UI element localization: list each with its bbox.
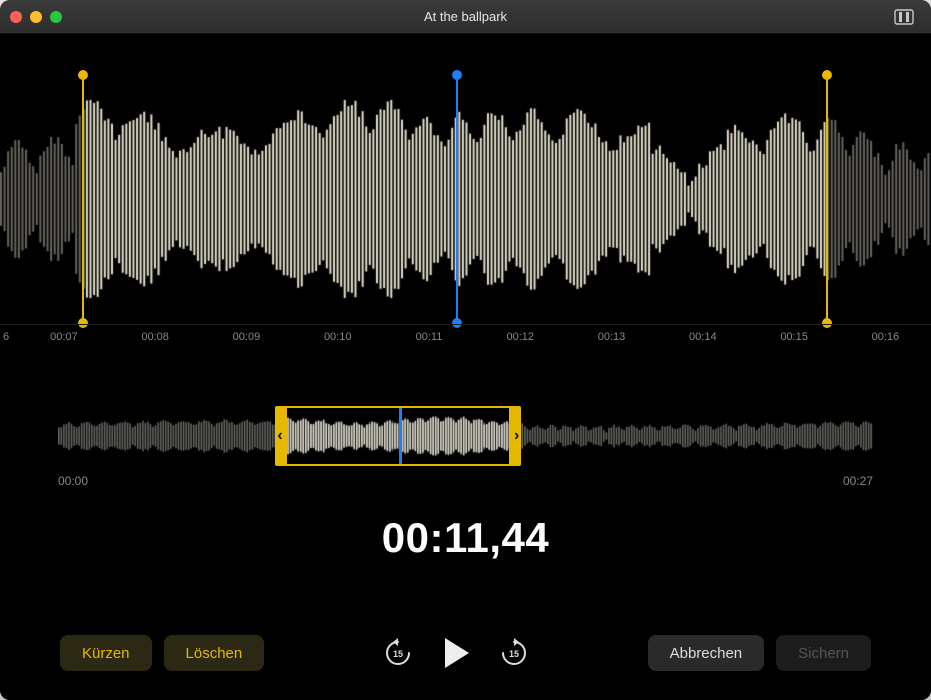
waveform-main[interactable]: 6 00:07 00:08 00:09 00:10 00:11 00:12 00:13 00:1… <box>0 74 931 364</box>
ruler-tick: 00:14 <box>689 331 717 343</box>
trim-end-handle[interactable] <box>826 74 828 324</box>
time-ruler: 6 00:07 00:08 00:09 00:10 00:11 00:12 00:13 00:1… <box>0 324 931 364</box>
ruler-tick: 00:07 <box>50 331 78 343</box>
zoom-window-button[interactable] <box>50 11 62 23</box>
skip-forward-15-button[interactable]: 15 <box>499 638 529 668</box>
save-button[interactable]: Sichern <box>776 635 871 671</box>
window-title: At the ballpark <box>424 9 507 24</box>
ruler-tick: 6 <box>3 331 9 343</box>
ruler-tick: 00:12 <box>506 331 534 343</box>
ruler-tick: 00:08 <box>141 331 169 343</box>
ruler-tick: 00:10 <box>324 331 352 343</box>
overview-times: 00:00 00:27 <box>58 474 873 488</box>
cancel-button[interactable]: Abbrechen <box>648 635 765 671</box>
overview-start-time: 00:00 <box>58 474 88 488</box>
current-time-display: 00:11,44 <box>0 514 931 562</box>
waveform-overview[interactable] <box>58 406 873 466</box>
titlebar: At the ballpark <box>0 0 931 34</box>
transport-controls: 15 15 <box>383 636 529 670</box>
play-icon <box>441 636 471 670</box>
skip-back-icon: 15 <box>383 638 413 668</box>
ruler-tick: 00:13 <box>598 331 626 343</box>
close-window-button[interactable] <box>10 11 22 23</box>
svg-text:15: 15 <box>509 649 519 659</box>
ruler-tick: 00:16 <box>872 331 900 343</box>
playhead[interactable] <box>456 74 458 324</box>
ruler-tick: 00:09 <box>233 331 261 343</box>
svg-text:15: 15 <box>393 649 403 659</box>
skip-forward-icon: 15 <box>499 638 529 668</box>
overview-playhead[interactable] <box>399 408 402 464</box>
minimize-window-button[interactable] <box>30 11 42 23</box>
trim-mode-button[interactable] <box>887 6 921 28</box>
skip-back-15-button[interactable]: 15 <box>383 638 413 668</box>
trim-button[interactable]: Kürzen <box>60 635 152 671</box>
delete-button[interactable]: Löschen <box>164 635 265 671</box>
app-window: At the ballpark 6 00:07 00:08 00:09 00:10 00:… <box>0 0 931 700</box>
window-controls <box>10 11 62 23</box>
ruler-tick: 00:11 <box>416 331 443 343</box>
trim-start-handle[interactable] <box>82 74 84 324</box>
waveform-canvas <box>0 74 931 324</box>
play-button[interactable] <box>441 636 471 670</box>
bottom-toolbar: Kürzen Löschen 15 <box>0 620 931 700</box>
crop-icon <box>894 9 914 25</box>
overview-end-time: 00:27 <box>843 474 873 488</box>
ruler-tick: 00:15 <box>780 331 808 343</box>
editor-content: 6 00:07 00:08 00:09 00:10 00:11 00:12 00:13 00:1… <box>0 34 931 700</box>
